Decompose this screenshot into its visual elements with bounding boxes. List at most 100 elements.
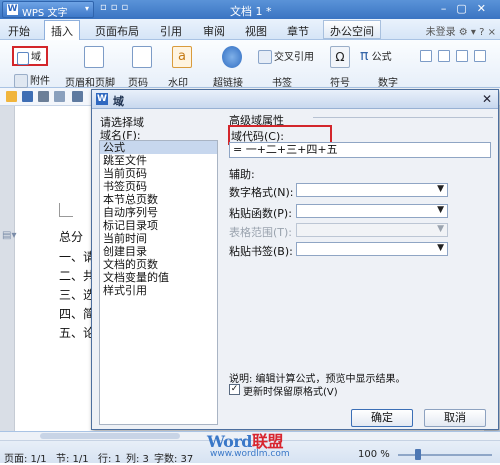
paste-bookmark-label: 粘贴书签(B): [229,245,293,258]
pi-icon: π [360,48,369,64]
auxiliary-label: 辅助: [229,168,255,181]
header-footer-icon[interactable] [84,46,104,68]
page-number-icon[interactable] [132,46,152,68]
title-bar: W WPS 文字 ▾ ▫▫▫ 文档 1 * –▢✕ [0,0,500,19]
list-item[interactable]: 标记目录项 [100,219,217,232]
ok-button[interactable]: 确定 [351,409,413,427]
dropdown-arrow-icon: ▼ [437,243,444,253]
login-status[interactable]: 未登录 ⚙ ▾ ? × [426,23,496,38]
zoom-slider[interactable] [398,454,492,456]
tab-section[interactable]: 章节 [287,23,309,39]
watermark-label: 水印 [168,78,188,89]
quick-access-icons[interactable]: ▫▫▫ [100,2,132,13]
cross-ref-icon [258,50,272,64]
list-item[interactable]: 公式 [100,141,217,154]
document-line: 总分 [59,230,84,244]
formula-label: 公式 [371,52,392,63]
watermark-url: www.wordlm.com [210,449,290,459]
dropdown-arrow-icon: ▼ [437,224,444,234]
document-title: 文档 1 * [230,5,272,18]
app-menu-label: WPS 文字 [22,8,68,19]
tab-start[interactable]: 开始 [8,23,30,39]
window-controls[interactable]: –▢✕ [441,2,496,15]
undo-icon[interactable] [72,91,83,102]
dialog-title-bar[interactable]: W 域 ✕ [92,90,498,109]
scrollbar-thumb[interactable] [40,433,180,439]
field-name-list[interactable]: 公式 跳至文件 当前页码 书签页码 本节总页数 自动序列号 标记目录项 当前时间… [99,140,218,425]
tab-references[interactable]: 引用 [160,23,182,39]
attachment-button[interactable]: 附件 [14,72,50,88]
document-line: 四、简 [59,307,96,321]
list-item[interactable]: 创建目录 [100,245,217,258]
dropdown-arrow-icon: ▼ [437,205,444,215]
document-line: 二、共 [59,269,96,283]
close-icon[interactable]: ✕ [482,92,492,106]
tab-office-space[interactable]: 办公空间 [323,20,381,39]
zoom-level[interactable]: 100 % [358,449,390,460]
symbol-icon[interactable]: Ω [330,46,350,68]
preview-icon[interactable] [54,91,65,102]
list-item[interactable]: 书签页码 [100,180,217,193]
paste-bookmark-select[interactable]: ▼ [296,242,448,256]
number-button[interactable]: 数字 [378,74,398,89]
tab-insert[interactable]: 插入 [44,20,80,40]
tab-review[interactable]: 审阅 [203,23,225,39]
paperclip-icon [14,74,28,88]
number-format-select[interactable]: ▼ [296,183,448,197]
chevron-down-icon: ▾ [84,4,89,13]
save-icon[interactable] [22,91,33,102]
page-number-label: 页码 [128,78,148,89]
form-icon[interactable] [438,50,450,62]
attachment-label: 附件 [30,76,50,87]
login-label: 未登录 [425,27,456,38]
hyperlink-label: 超链接 [213,78,243,89]
wps-logo-icon: W [7,4,18,15]
margin-corner-mark [59,203,73,217]
insert-field-label: 域 [31,52,41,63]
list-item[interactable]: 本节总页数 [100,193,217,206]
document-line: 三、选 [59,288,96,302]
zoom-slider-thumb[interactable] [415,449,421,460]
preserve-format-checkbox[interactable]: ✓ [229,384,240,395]
hyperlink-icon[interactable] [222,46,242,68]
app-menu-button[interactable]: W WPS 文字 ▾ [2,1,94,19]
table-range-select: ▼ [296,223,448,237]
number-format-label: 数字格式(N): [229,186,294,199]
field-icon [17,51,29,65]
insert-field-button[interactable]: 域 [12,46,48,66]
edit-icon[interactable] [474,50,486,62]
preserve-format-label: 更新时保留原格式(V) [243,387,338,398]
print-icon[interactable] [38,91,49,102]
tab-page-layout[interactable]: 页面布局 [95,23,139,39]
cancel-button[interactable]: 取消 [424,409,486,427]
field-code-input[interactable]: = 一+二+三+四+五 [229,142,491,158]
cross-ref-label: 交叉引用 [274,52,314,63]
cross-reference-button[interactable]: 交叉引用 [258,48,314,64]
list-item[interactable]: 自动序列号 [100,206,217,219]
document-line: 一、请 [59,250,96,264]
list-item[interactable]: 文档的页数 [100,258,217,271]
watermark-icon[interactable]: a [172,46,192,68]
bookmark-button[interactable]: 书签 [272,74,292,89]
list-item[interactable]: 当前时间 [100,232,217,245]
dropdown-arrow-icon: ▼ [437,184,444,194]
wps-logo-icon: W [96,93,108,105]
text-box-icon[interactable] [420,50,432,62]
paste-function-select[interactable]: ▼ [296,204,448,218]
formula-button[interactable]: π 公式 [360,48,392,64]
ribbon: 域 附件 a 交叉引用 书签 Ω π 公式 数字 页眉和页脚 页码 水印 超链接… [0,40,500,89]
list-item[interactable]: 跳至文件 [100,154,217,167]
menu-bar: 开始 插入 页面布局 引用 审阅 视图 章节 办公空间 未登录 ⚙ ▾ ? × [0,19,500,40]
checkbox-control-icon[interactable] [456,50,468,62]
list-item[interactable]: 当前页码 [100,167,217,180]
paste-function-label: 粘贴函数(P): [229,207,292,220]
symbol-label: 符号 [330,78,350,89]
group-divider [313,117,493,118]
tab-view[interactable]: 视图 [245,23,267,39]
list-item[interactable]: 文档变量的值 [100,271,217,284]
field-dialog: W 域 ✕ 请选择域 域名(F): 公式 跳至文件 当前页码 书签页码 本节总页… [91,89,499,430]
list-item[interactable]: 样式引用 [100,284,217,297]
document-line: 五、论 [59,326,96,340]
open-folder-icon[interactable] [6,91,17,102]
paragraph-handle-icon[interactable]: ▤▾ [2,230,16,241]
